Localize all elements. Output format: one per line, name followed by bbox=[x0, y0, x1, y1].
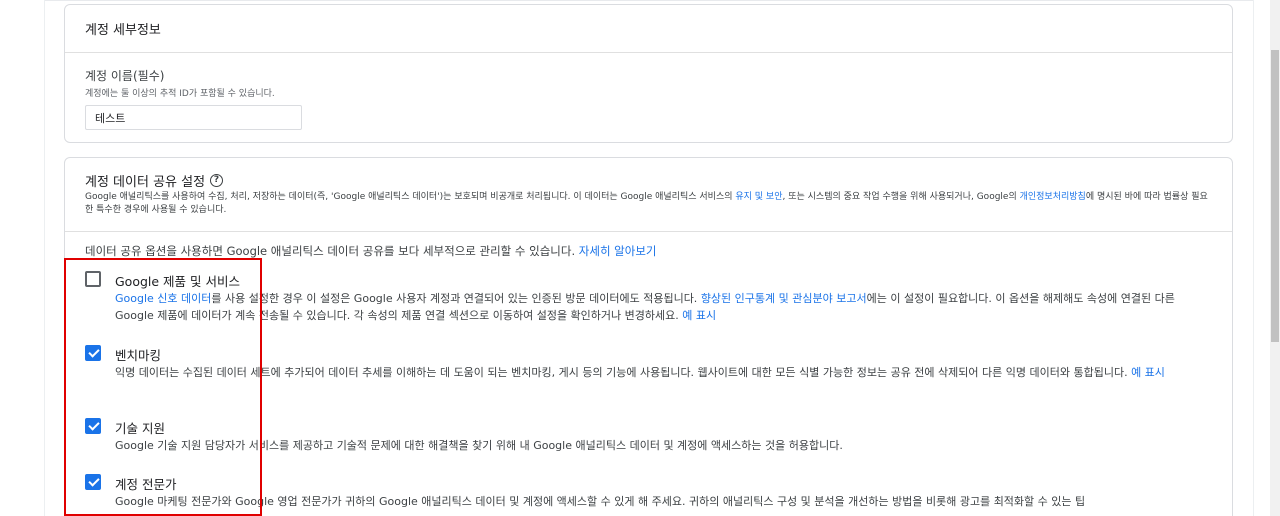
card-divider bbox=[65, 231, 1232, 232]
desc-text: Google 애널리틱스를 사용하여 수집, 처리, 저장하는 데이터(즉, '… bbox=[85, 192, 736, 202]
option-description: Google 신호 데이터를 사용 설정한 경우 이 설정은 Google 사용… bbox=[115, 290, 1195, 324]
account-name-label: 계정 이름(필수) bbox=[85, 69, 165, 83]
account-details-title: 계정 세부정보 bbox=[85, 23, 161, 38]
account-specialists-checkbox[interactable] bbox=[85, 474, 101, 490]
right-column-border bbox=[1253, 0, 1254, 516]
privacy-policy-link[interactable]: 개인정보처리방침 bbox=[1020, 192, 1086, 202]
data-sharing-description: Google 애널리틱스를 사용하여 수집, 처리, 저장하는 데이터(즉, '… bbox=[85, 191, 1215, 217]
option-description: Google 마케팅 전문가와 Google 영업 전문가가 귀하의 Googl… bbox=[115, 495, 1086, 508]
option-description: 익명 데이터는 수집된 데이터 세트에 추가되어 데이터 추세를 이해하는 데 … bbox=[115, 364, 1195, 381]
option-title: Google 제품 및 서비스 bbox=[115, 274, 241, 289]
data-sharing-title: 계정 데이터 공유 설정 bbox=[85, 175, 206, 190]
option-description: Google 기술 지원 담당자가 서비스를 제공하고 기술적 문제에 대한 해… bbox=[115, 439, 843, 452]
desc-text: 를 사용 설정한 경우 이 설정은 Google 사용자 계정과 연결되어 있는… bbox=[211, 292, 701, 305]
google-signals-link[interactable]: Google 신호 데이터 bbox=[115, 292, 211, 305]
help-icon[interactable]: ? bbox=[210, 174, 224, 187]
data-sharing-card: 계정 데이터 공유 설정 ? Google 애널리틱스를 사용하여 수집, 처리… bbox=[64, 157, 1233, 516]
top-divider bbox=[44, 0, 1254, 1]
option-title: 계정 전문가 bbox=[115, 477, 177, 492]
scrollbar-thumb[interactable] bbox=[1271, 50, 1279, 342]
card-divider bbox=[65, 52, 1232, 53]
show-example-link[interactable]: 예 표시 bbox=[1131, 366, 1165, 379]
intro-text: 데이터 공유 옵션을 사용하면 Google 애널리틱스 데이터 공유를 보다 … bbox=[85, 244, 579, 258]
option-title: 기술 지원 bbox=[115, 421, 165, 436]
data-sharing-title-row: 계정 데이터 공유 설정 ? bbox=[85, 171, 224, 190]
option-title: 벤치마킹 bbox=[115, 348, 162, 363]
desc-text: , 또는 시스템의 중요 작업 수행을 위해 사용되거나, Google의 bbox=[782, 192, 1020, 202]
desc-text: 익명 데이터는 수집된 데이터 세트에 추가되어 데이터 추세를 이해하는 데 … bbox=[115, 366, 1132, 379]
account-name-input[interactable] bbox=[85, 105, 302, 130]
account-name-help: 계정에는 둘 이상의 추적 ID가 포함될 수 있습니다. bbox=[85, 89, 275, 99]
data-sharing-intro: 데이터 공유 옵션을 사용하면 Google 애널리틱스 데이터 공유를 보다 … bbox=[85, 243, 657, 259]
technical-support-checkbox[interactable] bbox=[85, 418, 101, 434]
maintenance-security-link[interactable]: 유지 및 보안 bbox=[735, 192, 782, 202]
left-column-border bbox=[44, 0, 45, 516]
google-products-checkbox[interactable] bbox=[85, 271, 101, 287]
show-example-link[interactable]: 예 표시 bbox=[682, 309, 716, 322]
vertical-scrollbar[interactable] bbox=[1270, 0, 1280, 516]
demographics-reports-link[interactable]: 향상된 인구통계 및 관심분야 보고서 bbox=[701, 292, 867, 305]
benchmarking-checkbox[interactable] bbox=[85, 345, 101, 361]
account-details-card: 계정 세부정보 계정 이름(필수) 계정에는 둘 이상의 추적 ID가 포함될 … bbox=[64, 4, 1233, 143]
learn-more-link[interactable]: 자세히 알아보기 bbox=[579, 244, 657, 258]
